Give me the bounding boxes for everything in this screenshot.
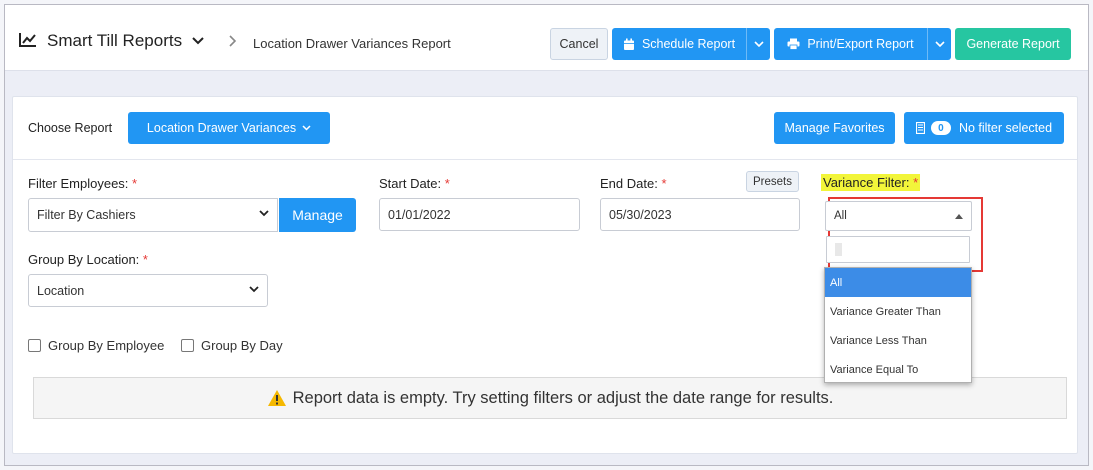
required-mark: * [661, 176, 667, 191]
end-date-label: End Date: * [600, 176, 667, 191]
choose-report-label: Choose Report [28, 121, 113, 135]
variance-filter-label-highlight: Variance Filter: * [821, 174, 921, 191]
checkbox-box[interactable] [28, 339, 41, 352]
chevron-down-icon [259, 208, 269, 220]
required-mark: * [913, 175, 919, 190]
warning-icon [267, 389, 287, 407]
variance-search-input[interactable] [826, 236, 970, 263]
printer-icon [787, 38, 800, 50]
group-by-employee-label: Group By Employee [48, 338, 165, 353]
chart-line-icon [19, 32, 37, 51]
schedule-report-label: Schedule Report [641, 37, 736, 51]
group-location-select[interactable]: Location [28, 274, 268, 307]
chevron-right-icon [229, 34, 237, 50]
print-dropdown-toggle[interactable] [927, 28, 951, 60]
manage-favorites-button[interactable]: Manage Favorites [774, 112, 895, 144]
top-bar: Smart Till Reports Location Drawer Varia… [5, 5, 1088, 71]
app-brand[interactable]: Smart Till Reports [19, 31, 204, 51]
variance-option[interactable]: Variance Equal To [825, 355, 971, 384]
required-mark: * [132, 176, 138, 191]
calendar-icon [623, 38, 635, 51]
filter-count-badge: 0 [930, 121, 951, 135]
divider [13, 159, 1077, 160]
required-mark: * [444, 176, 450, 191]
print-export-button[interactable]: Print/Export Report [774, 28, 951, 60]
filter-status-button[interactable]: 0 No filter selected [904, 112, 1064, 144]
end-date-label-text: End Date: [600, 176, 658, 191]
presets-button[interactable]: Presets [746, 171, 799, 192]
filter-employees-select[interactable]: Filter By Cashiers [28, 198, 278, 232]
chevron-down-icon [302, 125, 311, 131]
manage-employees-button[interactable]: Manage [279, 198, 356, 232]
filter-employees-label-text: Filter Employees: [28, 176, 129, 191]
variance-option[interactable]: Variance Greater Than [825, 297, 971, 326]
chevron-down-icon [249, 284, 259, 296]
filter-icon [915, 122, 925, 134]
text-cursor [835, 243, 842, 256]
variance-options-list: All Variance Greater Than Variance Less … [824, 267, 972, 383]
app-window: Smart Till Reports Location Drawer Varia… [4, 4, 1089, 466]
empty-report-message: Report data is empty. Try setting filter… [292, 388, 834, 407]
breadcrumb: Location Drawer Variances Report [253, 36, 451, 51]
variance-option[interactable]: All [825, 268, 971, 297]
group-by-day-label: Group By Day [201, 338, 283, 353]
report-select-button[interactable]: Location Drawer Variances [128, 112, 330, 144]
variance-filter-value: All [834, 210, 847, 222]
report-select-label: Location Drawer Variances [146, 121, 297, 135]
schedule-report-button[interactable]: Schedule Report [612, 28, 770, 60]
checkbox-box[interactable] [181, 339, 194, 352]
start-date-label: Start Date: * [379, 176, 450, 191]
start-date-label-text: Start Date: [379, 176, 442, 191]
schedule-dropdown-toggle[interactable] [746, 28, 770, 60]
start-date-input[interactable]: 01/01/2022 [379, 198, 580, 231]
variance-filter-select[interactable]: All [825, 201, 972, 231]
group-by-day-checkbox[interactable]: Group By Day [181, 338, 283, 353]
end-date-input[interactable]: 05/30/2023 [600, 198, 800, 231]
variance-option[interactable]: Variance Less Than [825, 326, 971, 355]
filter-employees-value: Filter By Cashiers [37, 208, 136, 222]
group-by-employee-checkbox[interactable]: Group By Employee [28, 338, 164, 353]
group-location-label-text: Group By Location: [28, 252, 140, 267]
generate-report-button[interactable]: Generate Report [955, 28, 1071, 60]
filter-status-label: No filter selected [958, 121, 1053, 135]
filter-employees-label: Filter Employees: * [28, 176, 137, 191]
group-location-label: Group By Location: * [28, 252, 148, 267]
caret-up-icon [955, 210, 963, 222]
app-title: Smart Till Reports [47, 31, 183, 50]
group-location-value: Location [37, 283, 85, 298]
required-mark: * [142, 252, 148, 267]
variance-filter-label: Variance Filter: * [821, 174, 921, 191]
cancel-button[interactable]: Cancel [550, 28, 608, 60]
variance-filter-label-text: Variance Filter: [823, 175, 910, 190]
print-export-label: Print/Export Report [807, 37, 914, 51]
chevron-down-icon[interactable] [192, 34, 204, 48]
